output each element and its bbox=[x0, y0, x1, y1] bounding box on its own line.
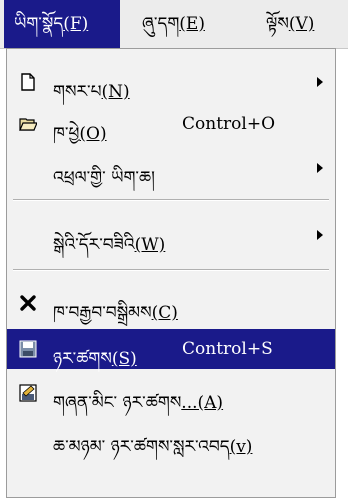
save-disk-icon bbox=[19, 340, 37, 358]
menu-item-new-mnemonic: (N) bbox=[101, 82, 130, 102]
menu-edit-label: ཞུ་དག bbox=[142, 14, 180, 34]
menu-item-revert[interactable]: ཆ་མཉམ་ ཉར་ཚགས་སླར་འབད(v) bbox=[7, 417, 335, 457]
menu-item-templates[interactable]: སྒེའི་དོར་བཟིའི(W) bbox=[7, 215, 335, 255]
menu-view-label: ལྟོས bbox=[266, 14, 289, 34]
menu-item-save-label: ཉར་ཚགས bbox=[53, 349, 112, 369]
menu-item-revert-label: ཆ་མཉམ་ ཉར་ཚགས་སླར་འབད bbox=[53, 437, 230, 457]
menu-separator bbox=[13, 269, 329, 271]
menu-item-open[interactable]: ཁ་ཕྱེ(O) Control+O bbox=[7, 107, 335, 144]
menu-file[interactable]: ཡིག་སྣོད(F) bbox=[4, 0, 120, 48]
menu-item-templates-mnemonic: (W) bbox=[134, 235, 166, 255]
file-menu-dropdown: གསར་པ(N) ཁ་ཕྱེ(O) Control+O འཕྲལ་གྱི་ ཡི… bbox=[6, 48, 336, 498]
menu-item-save-shortcut: Control+S bbox=[182, 339, 273, 359]
submenu-arrow-icon bbox=[317, 163, 323, 173]
menu-item-new-label: གསར་པ bbox=[53, 82, 102, 102]
close-x-icon bbox=[20, 295, 36, 311]
save-as-icon bbox=[19, 384, 37, 402]
menu-item-templates-label: སྒེའི་དོར་བཟིའི bbox=[53, 235, 135, 255]
open-folder-icon bbox=[19, 118, 37, 131]
submenu-arrow-icon bbox=[317, 230, 323, 240]
menu-item-open-shortcut: Control+O bbox=[182, 114, 276, 134]
menu-item-close[interactable]: ཁ་བརྒྱབ་བསྒྲིམས(C) bbox=[7, 283, 335, 323]
menu-item-open-label: ཁ་ཕྱེ bbox=[53, 124, 80, 144]
menu-separator bbox=[13, 199, 329, 201]
menu-item-recent-files[interactable]: འཕྲལ་གྱི་ ཡིག་ཆ། bbox=[7, 149, 335, 188]
menu-item-save-as-mnemonic: ...(A) bbox=[181, 393, 224, 413]
menu-item-close-label: ཁ་བརྒྱབ་བསྒྲིམས bbox=[53, 303, 152, 323]
menu-item-save-as-label: གཞན་མིང་ ཉར་ཚགས bbox=[53, 393, 182, 413]
menu-item-save[interactable]: ཉར་ཚགས(S) Control+S bbox=[7, 329, 335, 369]
menu-item-open-mnemonic: (O) bbox=[79, 124, 107, 144]
menu-item-new[interactable]: གསར་པ(N) bbox=[7, 65, 335, 102]
menu-file-mnemonic: (F) bbox=[63, 14, 89, 34]
menu-item-save-as[interactable]: གཞན་མིང་ ཉར་ཚགས...(A) bbox=[7, 373, 335, 413]
new-file-icon bbox=[21, 73, 35, 91]
menu-item-revert-mnemonic: (v) bbox=[229, 437, 253, 457]
menubar: ཡིག་སྣོད(F) ཞུ་དག(E) ལྟོས(V) bbox=[0, 0, 348, 49]
menu-view-mnemonic: (V) bbox=[288, 14, 315, 34]
menu-item-close-mnemonic: (C) bbox=[151, 303, 178, 323]
menu-edit[interactable]: ཞུ་དག(E) bbox=[132, 0, 244, 48]
submenu-arrow-icon bbox=[317, 77, 323, 87]
menu-view[interactable]: ལྟོས(V) bbox=[256, 0, 348, 48]
menu-edit-mnemonic: (E) bbox=[179, 14, 205, 34]
menu-file-label: ཡིག་སྣོད bbox=[14, 14, 64, 34]
menu-item-save-mnemonic: (S) bbox=[111, 349, 137, 369]
